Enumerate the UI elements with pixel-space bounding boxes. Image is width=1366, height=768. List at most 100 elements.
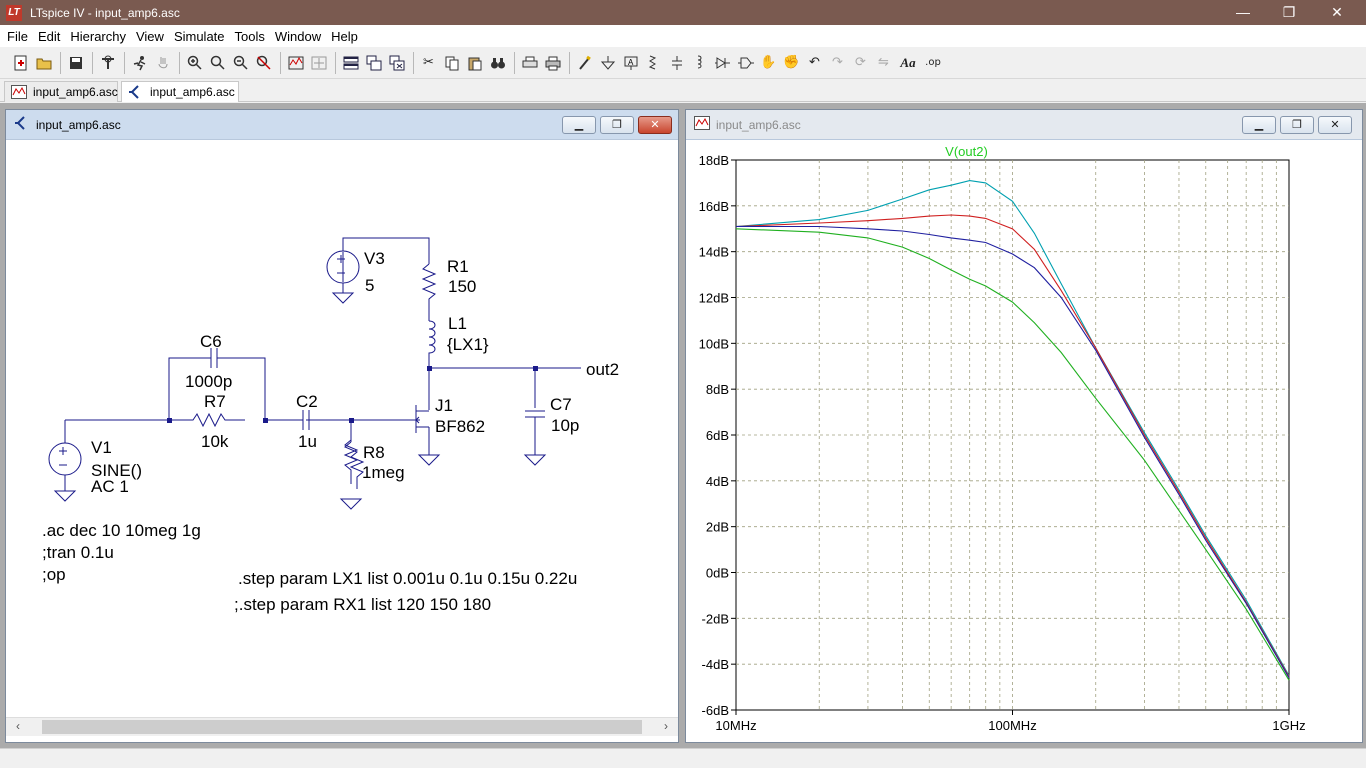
spice-directive-step-rx1[interactable]: ;.step param RX1 list 120 150 180 bbox=[234, 595, 491, 614]
open-icon[interactable] bbox=[33, 52, 54, 73]
r1-label: R1 bbox=[447, 257, 469, 276]
plot-settings-icon[interactable] bbox=[308, 52, 329, 73]
close-button[interactable]: ✕ bbox=[1314, 0, 1360, 25]
schematic-window-title: input_amp6.asc bbox=[36, 117, 121, 132]
j1-jfet-symbol[interactable] bbox=[415, 368, 430, 455]
print-preview-icon[interactable] bbox=[519, 52, 540, 73]
menu-bar: File Edit Hierarchy View Simulate Tools … bbox=[0, 25, 1366, 47]
menu-view[interactable]: View bbox=[131, 29, 169, 44]
rotate-icon[interactable]: ⟳ bbox=[850, 52, 871, 73]
redo-icon[interactable]: ↷ bbox=[827, 52, 848, 73]
y-tick-label: 6dB bbox=[706, 428, 729, 443]
component-icon[interactable] bbox=[735, 52, 756, 73]
menu-hierarchy[interactable]: Hierarchy bbox=[65, 29, 131, 44]
spice-directive-op[interactable]: ;op bbox=[42, 565, 66, 584]
maximize-button[interactable]: ❐ bbox=[1266, 0, 1312, 25]
diode-icon[interactable] bbox=[712, 52, 733, 73]
schematic-close-button[interactable]: ✕ bbox=[638, 116, 672, 134]
menu-simulate[interactable]: Simulate bbox=[169, 29, 230, 44]
move-icon[interactable]: ✋ bbox=[758, 52, 779, 73]
schematic-canvas[interactable]: V3 5 R1 150 L1 {LX1} C6 1000p R7 10k C2 … bbox=[6, 141, 678, 723]
r1-resistor-symbol[interactable] bbox=[421, 263, 437, 321]
v1-label: V1 bbox=[91, 438, 112, 457]
ground-icon[interactable] bbox=[597, 52, 618, 73]
cut-icon[interactable]: ✂ bbox=[418, 52, 439, 73]
spice-directive-icon[interactable]: .op bbox=[922, 52, 944, 73]
spice-directive-ac[interactable]: .ac dec 10 10meg 1g bbox=[42, 521, 201, 540]
v1-source-symbol[interactable] bbox=[48, 442, 82, 476]
title-bar: LT LTspice IV - input_amp6.asc — ❐ ✕ bbox=[0, 0, 1366, 25]
inductor-icon[interactable] bbox=[689, 52, 710, 73]
scroll-left-arrow-icon[interactable]: ‹ bbox=[10, 719, 26, 735]
y-tick-label: 18dB bbox=[699, 153, 729, 168]
c2-label: C2 bbox=[296, 392, 318, 411]
halt-icon[interactable] bbox=[152, 52, 173, 73]
l1-inductor-symbol[interactable] bbox=[428, 320, 436, 368]
waveform-window-title: input_amp6.asc bbox=[716, 117, 801, 132]
print-icon[interactable] bbox=[542, 52, 563, 73]
x-tick-label: 100MHz bbox=[988, 718, 1036, 733]
drag-icon[interactable]: ✊ bbox=[781, 52, 802, 73]
schematic-window-caption: input_amp6.asc ▁ ❐ ✕ bbox=[6, 110, 678, 140]
scroll-right-arrow-icon[interactable]: › bbox=[658, 719, 674, 735]
y-tick-label: 0dB bbox=[706, 566, 729, 581]
zoom-out-icon[interactable] bbox=[230, 52, 251, 73]
toolbar-separator bbox=[124, 51, 125, 74]
zoom-in-icon[interactable] bbox=[184, 52, 205, 73]
menu-help[interactable]: Help bbox=[326, 29, 363, 44]
close-all-icon[interactable] bbox=[386, 52, 407, 73]
label-icon[interactable]: A bbox=[620, 52, 641, 73]
new-schematic-icon[interactable] bbox=[10, 52, 31, 73]
r7-value: 10k bbox=[201, 432, 229, 451]
c7-value: 10p bbox=[551, 416, 579, 435]
run-icon[interactable] bbox=[129, 52, 150, 73]
r7-resistor-symbol[interactable] bbox=[169, 412, 245, 428]
waveform-window-caption: input_amp6.asc ▁ ❐ ✕ bbox=[686, 110, 1362, 140]
waveform-icon bbox=[11, 85, 27, 99]
minimize-button[interactable]: — bbox=[1220, 0, 1266, 25]
schematic-minimize-button[interactable]: ▁ bbox=[562, 116, 596, 134]
autorange-icon[interactable] bbox=[285, 52, 306, 73]
zoom-cancel-icon[interactable] bbox=[253, 52, 274, 73]
waveform-plot[interactable]: 18dB 16dB 14dB 12dB 10dB 8dB 6dB 4dB 2dB 0dB -2dB -… bbox=[686, 141, 1362, 743]
tile-icon[interactable] bbox=[340, 52, 361, 73]
ltspice-app-icon: LT bbox=[6, 4, 22, 21]
capacitor-icon[interactable] bbox=[666, 52, 687, 73]
y-tick-label: 10dB bbox=[699, 336, 729, 351]
paste-icon[interactable] bbox=[464, 52, 485, 73]
copy-icon[interactable] bbox=[441, 52, 462, 73]
c7-capacitor-symbol[interactable] bbox=[523, 410, 547, 466]
scrollbar-thumb[interactable] bbox=[42, 720, 642, 734]
text-icon[interactable]: Aa bbox=[896, 52, 920, 73]
waveform-close-button[interactable]: ✕ bbox=[1318, 116, 1352, 134]
zoom-pan-icon[interactable] bbox=[207, 52, 228, 73]
y-tick-label: 4dB bbox=[706, 474, 729, 489]
find-icon[interactable] bbox=[487, 52, 508, 73]
schematic-icon bbox=[14, 116, 30, 133]
mirror-icon[interactable]: ⇋ bbox=[873, 52, 894, 73]
r8-resistor-symbol[interactable] bbox=[343, 439, 359, 484]
plot-trace-title: V(out2) bbox=[945, 144, 988, 159]
r8-label: R8 bbox=[363, 443, 385, 462]
menu-edit[interactable]: Edit bbox=[33, 29, 65, 44]
control-panel-icon[interactable] bbox=[97, 52, 118, 73]
undo-icon[interactable]: ↶ bbox=[804, 52, 825, 73]
waveform-minimize-button[interactable]: ▁ bbox=[1242, 116, 1276, 134]
menu-file[interactable]: File bbox=[2, 29, 33, 44]
tab-schematic[interactable]: input_amp6.asc bbox=[121, 81, 239, 102]
menu-tools[interactable]: Tools bbox=[230, 29, 270, 44]
resistor-icon[interactable] bbox=[643, 52, 664, 73]
horizontal-scrollbar[interactable]: ‹ › bbox=[6, 717, 678, 736]
toolbar-separator bbox=[179, 51, 180, 74]
spice-directive-step-lx1[interactable]: .step param LX1 list 0.001u 0.1u 0.15u 0… bbox=[238, 569, 577, 588]
status-bar bbox=[0, 748, 1366, 768]
wire-icon[interactable] bbox=[574, 52, 595, 73]
menu-window[interactable]: Window bbox=[270, 29, 326, 44]
schematic-restore-button[interactable]: ❐ bbox=[600, 116, 634, 134]
cascade-icon[interactable] bbox=[363, 52, 384, 73]
spice-directive-tran[interactable]: ;tran 0.1u bbox=[42, 543, 114, 562]
waveform-restore-button[interactable]: ❐ bbox=[1280, 116, 1314, 134]
c6-value: 1000p bbox=[185, 372, 232, 391]
tab-waveform[interactable]: input_amp6.asc bbox=[4, 81, 118, 102]
save-icon[interactable] bbox=[65, 52, 86, 73]
